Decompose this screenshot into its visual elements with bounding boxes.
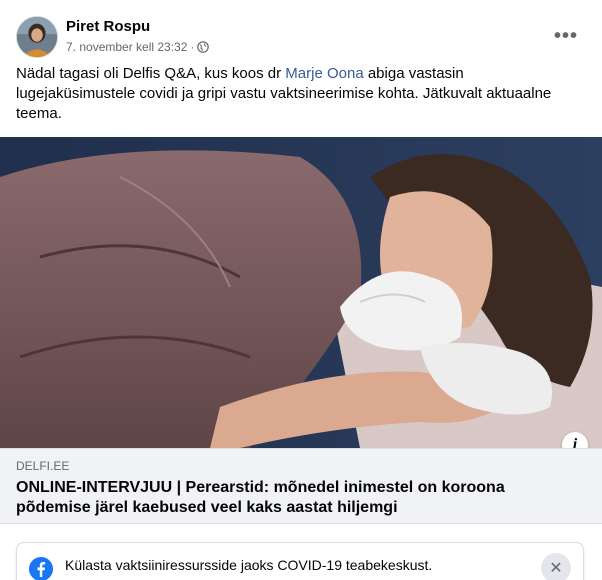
meta-separator: · [190, 40, 195, 54]
link-title[interactable]: ONLINE-INTERVJUU | Perearstid: mõnedel i… [16, 478, 576, 518]
post-text-before: Nädal tagasi oli Delfis Q&A, kus koos dr [16, 65, 286, 82]
mention-link[interactable]: Marje Oona [285, 65, 363, 82]
more-options-button[interactable]: ••• [550, 20, 582, 52]
banner-text[interactable]: Külasta vaktsiiniressursside jaoks COVID… [65, 557, 432, 573]
sick-woman-photo [0, 137, 602, 448]
facebook-post: Piret Rospu 7. november kell 23:32 · •••… [0, 0, 602, 580]
post-header: Piret Rospu 7. november kell 23:32 · ••• [16, 14, 586, 60]
author-avatar[interactable] [16, 16, 58, 58]
link-preview[interactable]: DELFI.EE ONLINE-INTERVJUU | Perearstid: … [0, 448, 602, 524]
post-timestamp[interactable]: 7. november kell 23:32 [66, 40, 187, 54]
avatar-image [17, 17, 57, 57]
link-domain: DELFI.EE [16, 459, 70, 473]
globe-icon [197, 41, 210, 53]
facebook-icon [29, 557, 53, 580]
close-banner-button[interactable]: ✕ [541, 553, 571, 580]
author-name[interactable]: Piret Rospu [66, 18, 150, 35]
post-text: Nädal tagasi oli Delfis Q&A, kus koos dr… [16, 64, 576, 124]
post-photo[interactable]: i [0, 137, 602, 448]
post-meta: 7. november kell 23:32 · [66, 40, 210, 54]
covid-info-banner[interactable]: Külasta vaktsiiniressursside jaoks COVID… [16, 542, 584, 580]
